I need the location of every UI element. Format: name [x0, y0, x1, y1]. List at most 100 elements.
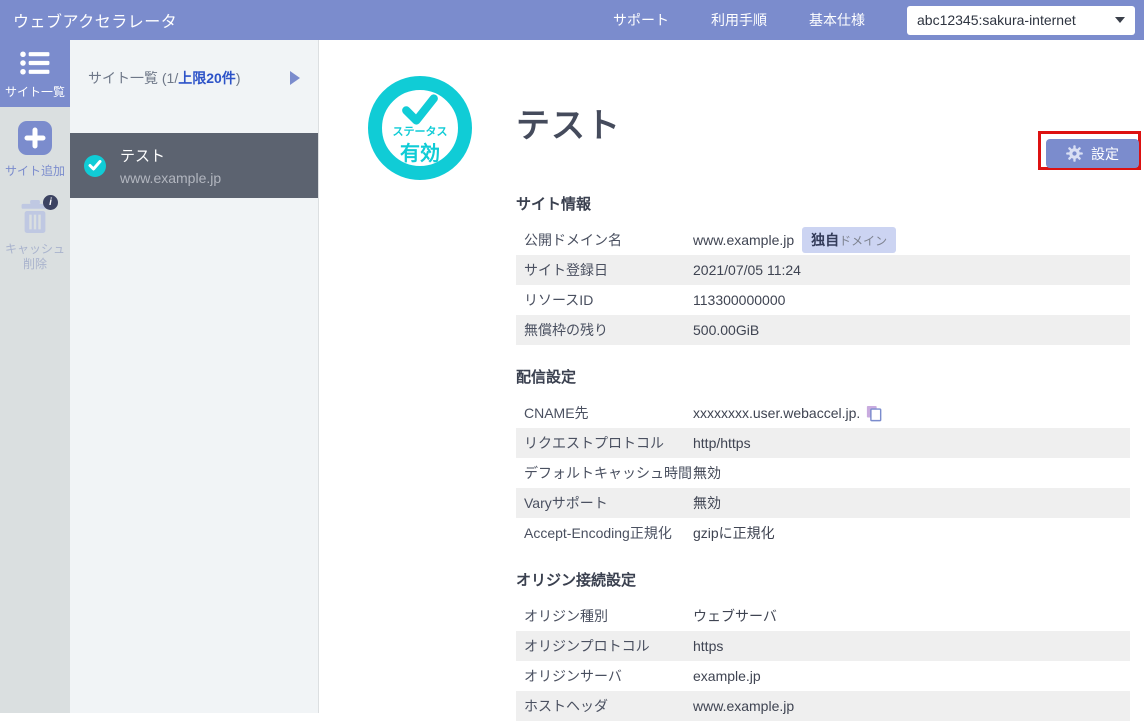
nav-rail: サイト一覧 サイト追加 i — [0, 40, 70, 713]
row-value: gzipに正規化 — [693, 523, 775, 543]
check-circle-icon — [84, 155, 106, 177]
row-value: xxxxxxxx.user.webaccel.jp. — [693, 405, 882, 422]
trash-icon: i — [20, 200, 50, 238]
triangle-right-icon[interactable] — [290, 71, 300, 85]
table-row: リソースID113300000000 — [516, 285, 1130, 315]
row-label: 無償枠の残り — [516, 320, 693, 340]
settings-button-label: 設定 — [1091, 144, 1119, 164]
table-row: デフォルトキャッシュ時間無効 — [516, 458, 1130, 488]
nav-item-site-list[interactable]: サイト一覧 — [0, 40, 70, 107]
row-label: CNAME先 — [516, 403, 693, 423]
row-value: https — [693, 638, 723, 654]
row-value-text: 500.00GiB — [693, 322, 759, 338]
page-title: テスト — [516, 98, 621, 147]
row-value: 500.00GiB — [693, 322, 759, 338]
row-value-text: example.jp — [693, 668, 761, 684]
nav-item-label-line2: 削除 — [23, 257, 47, 271]
row-label: Accept-Encoding正規化 — [516, 523, 693, 543]
nav-item-label-line1: キャッシュ — [5, 242, 65, 256]
info-icon[interactable]: i — [43, 195, 58, 210]
plus-icon — [18, 121, 52, 160]
status-value: 有効 — [400, 137, 440, 166]
badge-text-rest: ドメイン — [839, 232, 887, 249]
row-value: http/https — [693, 435, 751, 451]
nav-item-site-add[interactable]: サイト追加 — [0, 107, 70, 178]
row-value-text: www.example.jp — [693, 698, 794, 714]
row-value-text: 無効 — [693, 493, 721, 513]
copy-icon[interactable] — [866, 405, 882, 422]
gear-icon — [1066, 145, 1083, 162]
app-header: ウェブアクセラレータ サポート 利用手順 基本仕様 abc12345:sakur… — [0, 0, 1144, 40]
row-value-text: www.example.jp — [693, 232, 794, 248]
row-value-text: https — [693, 638, 723, 654]
row-label: リクエストプロトコル — [516, 433, 693, 453]
row-label: オリジンサーバ — [516, 666, 693, 686]
row-value-text: http/https — [693, 435, 751, 451]
table-row: CNAME先xxxxxxxx.user.webaccel.jp. — [516, 398, 1130, 428]
badge-text-strong: 独自 — [811, 230, 839, 250]
site-item-texts: テスト www.example.jp — [120, 145, 221, 186]
settings-button[interactable]: 設定 — [1046, 139, 1139, 168]
custom-domain-badge: 独自ドメイン — [802, 227, 896, 253]
row-value: www.example.jp — [693, 698, 794, 714]
section: オリジン接続設定オリジン種別ウェブサーバオリジンプロトコルhttpsオリジンサー… — [516, 569, 1130, 721]
row-label: 公開ドメイン名 — [516, 230, 693, 250]
nav-item-cache-delete[interactable]: i キャッシュ 削除 — [0, 178, 70, 271]
row-value: ウェブサーバ — [693, 606, 777, 626]
row-value-text: 2021/07/05 11:24 — [693, 262, 801, 278]
check-icon — [397, 93, 443, 126]
row-label: オリジン種別 — [516, 606, 693, 626]
row-value: example.jp — [693, 668, 761, 684]
row-value: 113300000000 — [693, 292, 785, 308]
table-row: Varyサポート無効 — [516, 488, 1130, 518]
row-label: ホストヘッダ — [516, 696, 693, 716]
site-item-domain: www.example.jp — [120, 170, 221, 186]
row-value-text: 無効 — [693, 463, 721, 483]
row-value-text: xxxxxxxx.user.webaccel.jp. — [693, 405, 860, 421]
table-row: ホストヘッダwww.example.jp — [516, 691, 1130, 721]
table-row: リクエストプロトコルhttp/https — [516, 428, 1130, 458]
table-row: オリジンプロトコルhttps — [516, 631, 1130, 661]
chevron-down-icon — [1115, 17, 1125, 23]
account-selector-value: abc12345:sakura-internet — [917, 12, 1076, 28]
section-title: サイト情報 — [516, 193, 1130, 214]
site-list-limit-link[interactable]: 上限20件 — [178, 68, 236, 88]
row-value: 2021/07/05 11:24 — [693, 262, 801, 278]
site-list-item[interactable]: テスト www.example.jp — [70, 133, 318, 198]
nav-item-label: サイト一覧 — [5, 85, 65, 99]
row-label: リソースID — [516, 290, 693, 310]
section-title: 配信設定 — [516, 366, 1130, 387]
table-row: 公開ドメイン名www.example.jp 独自ドメイン — [516, 225, 1130, 255]
row-value-text: 113300000000 — [693, 292, 785, 308]
site-list-header: サイト一覧 (1/上限20件) — [70, 40, 318, 88]
section-title: オリジン接続設定 — [516, 569, 1130, 590]
site-item-name: テスト — [120, 145, 221, 166]
table-row: 無償枠の残り500.00GiB — [516, 315, 1130, 345]
row-value: 無効 — [693, 463, 721, 483]
sections: サイト情報公開ドメイン名www.example.jp独自ドメインサイト登録日20… — [516, 185, 1130, 721]
table-row: オリジン種別ウェブサーバ — [516, 601, 1130, 631]
annotation-highlight-box: 設定 — [1038, 131, 1141, 170]
row-label: サイト登録日 — [516, 260, 693, 280]
row-value-text: gzipに正規化 — [693, 523, 775, 543]
site-list-count-prefix: サイト一覧 (1/ — [88, 68, 178, 88]
main-content: ステータス 有効 テスト — [319, 40, 1144, 713]
header-link-guide[interactable]: 利用手順 — [711, 10, 767, 30]
row-label: オリジンプロトコル — [516, 636, 693, 656]
row-label: デフォルトキャッシュ時間 — [516, 463, 693, 483]
header-link-support[interactable]: サポート — [613, 10, 669, 30]
row-value-text: ウェブサーバ — [693, 606, 777, 626]
section: サイト情報公開ドメイン名www.example.jp独自ドメインサイト登録日20… — [516, 193, 1130, 345]
table-row: オリジンサーバexample.jp — [516, 661, 1130, 691]
list-icon — [20, 50, 50, 81]
header-link-spec[interactable]: 基本仕様 — [809, 10, 865, 30]
account-selector[interactable]: abc12345:sakura-internet — [907, 6, 1135, 35]
status-badge: ステータス 有効 — [368, 76, 472, 180]
app-title: ウェブアクセラレータ — [0, 8, 177, 32]
site-list-panel: サイト一覧 (1/上限20件) テスト www.example.jp — [70, 40, 319, 713]
header-nav: サポート 利用手順 基本仕様 abc12345:sakura-internet — [613, 6, 1144, 35]
row-value: www.example.jp 独自ドメイン — [693, 227, 896, 253]
table-row: サイト登録日2021/07/05 11:24 — [516, 255, 1130, 285]
row-value: 無効 — [693, 493, 721, 513]
section: 配信設定CNAME先xxxxxxxx.user.webaccel.jp.リクエス… — [516, 366, 1130, 548]
